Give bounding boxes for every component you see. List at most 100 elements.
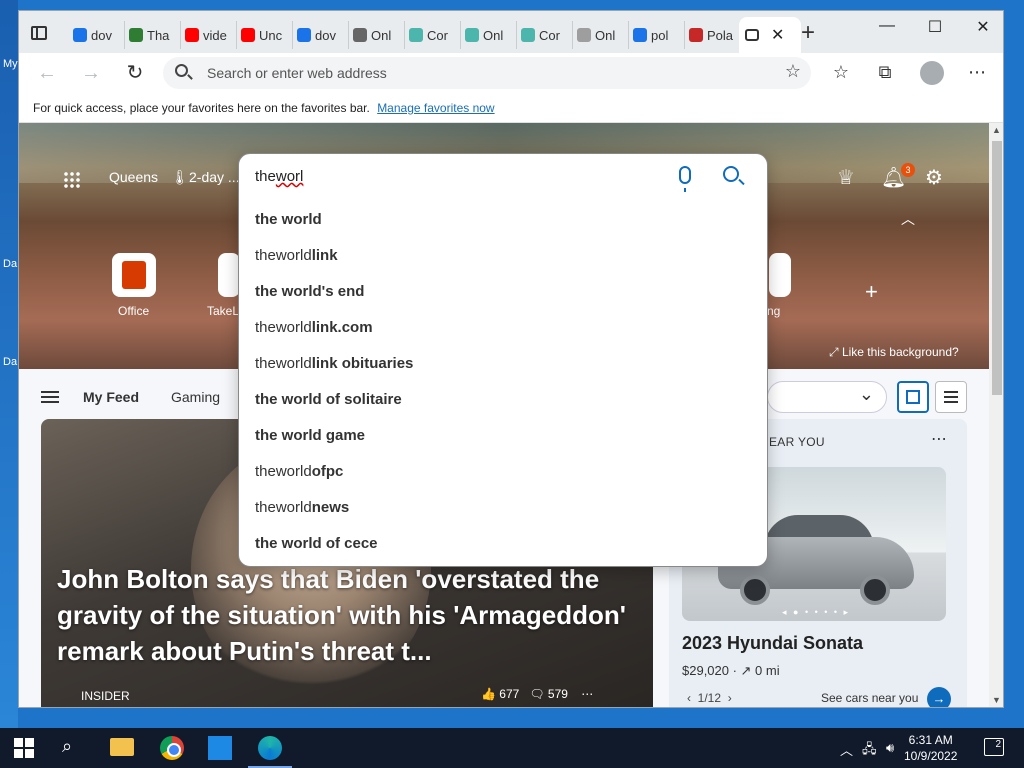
browser-tab[interactable]: Pola <box>683 21 741 49</box>
page-scrollbar[interactable]: ▲ ▼ <box>989 123 1003 707</box>
search-suggestion[interactable]: the world's end <box>239 274 767 310</box>
more-icon[interactable]: ⋯ <box>931 429 947 449</box>
desktop-icon-label: Da <box>3 356 18 368</box>
search-input[interactable]: theworl <box>255 168 303 185</box>
favorites-bar-text: For quick access, place your favorites h… <box>33 101 370 115</box>
browser-tab[interactable]: Onl <box>459 21 517 49</box>
search-suggestion[interactable]: theworldlink <box>239 238 767 274</box>
like-background-text: Like this background? <box>841 345 959 359</box>
add-favorite-icon[interactable]: ☆ <box>785 61 801 82</box>
search-suggestion[interactable]: theworldlink.com <box>239 310 767 346</box>
address-bar[interactable]: Search or enter web address ☆ <box>163 57 811 89</box>
file-explorer-icon[interactable] <box>110 738 134 756</box>
browser-tab[interactable]: Cor <box>515 21 573 49</box>
refresh-button[interactable]: ↻ <box>121 61 149 85</box>
search-icon[interactable] <box>723 166 739 182</box>
chevron-up-icon[interactable]: ︿ <box>840 740 853 759</box>
card-pager[interactable]: ‹ 1/12 › <box>687 691 732 705</box>
scroll-up-icon[interactable]: ▲ <box>992 125 1001 135</box>
profile-avatar[interactable] <box>920 61 944 85</box>
browser-tab[interactable]: vide <box>179 21 237 49</box>
snipping-tool-icon[interactable] <box>208 736 232 760</box>
search-suggestion[interactable]: the world of cece <box>239 526 767 562</box>
location-label[interactable]: Queens <box>109 169 158 185</box>
search-icon <box>175 64 188 77</box>
search-suggestion[interactable]: the world game <box>239 418 767 454</box>
volume-icon[interactable]: 🔊︎ <box>886 740 894 756</box>
tab-active-new-tab[interactable]: ✕ <box>739 17 801 53</box>
reaction-icon[interactable]: 👍 <box>481 687 496 701</box>
new-tab-button[interactable]: + <box>801 21 815 45</box>
desktop-icon-label: My <box>3 58 18 70</box>
scrollbar-thumb[interactable] <box>992 141 1002 395</box>
browser-tab[interactable]: Cor <box>403 21 461 49</box>
quick-link-office[interactable] <box>112 253 156 297</box>
suggestion-completion: the world <box>255 211 322 228</box>
system-clock[interactable]: 6:31 AM 10/9/2022 <box>904 732 957 764</box>
minimize-button[interactable]: — <box>865 17 909 35</box>
close-tab-icon[interactable]: ✕ <box>771 25 784 45</box>
tab-actions-icon[interactable] <box>31 26 47 40</box>
browser-tab[interactable]: dov <box>67 21 125 49</box>
add-quick-link-icon[interactable]: + <box>865 279 878 305</box>
car-wheel <box>740 575 770 605</box>
manage-favorites-link[interactable]: Manage favorites now <box>377 101 494 115</box>
rewards-icon[interactable]: ♕ <box>837 165 855 190</box>
search-suggestion[interactable]: theworldlink obituaries <box>239 346 767 382</box>
quick-link-tile[interactable] <box>769 253 791 297</box>
search-icon[interactable]: ⌕ <box>62 736 90 764</box>
tab-my-feed[interactable]: My Feed <box>83 389 139 405</box>
news-stats: 👍 677 🗨 579 ⋯ <box>481 687 593 701</box>
browser-tab[interactable]: Onl <box>571 21 629 49</box>
favorites-bar: For quick access, place your favorites h… <box>19 93 1003 123</box>
see-cars-link[interactable]: See cars near you <box>821 691 918 705</box>
tab-label: Tha <box>147 27 170 43</box>
tab-gaming[interactable]: Gaming <box>171 389 220 405</box>
like-background-link[interactable]: ⤢ Like this background? <box>829 345 959 360</box>
news-headline[interactable]: John Bolton says that Biden 'overstated … <box>57 561 647 669</box>
more-icon[interactable]: ⋯ <box>581 687 593 701</box>
arrow-right-icon[interactable]: → <box>927 687 951 707</box>
grid-icon <box>906 390 920 404</box>
favorites-icon[interactable]: ☆ <box>829 62 853 83</box>
windows-start-icon[interactable] <box>14 738 34 758</box>
search-suggestion[interactable]: theworldofpc <box>239 454 767 490</box>
feed-dropdown[interactable] <box>767 381 887 413</box>
collections-icon[interactable]: ⧉ <box>873 62 897 83</box>
search-suggestion[interactable]: theworldnews <box>239 490 767 526</box>
search-suggestion[interactable]: the world <box>239 202 767 238</box>
scroll-down-icon[interactable]: ▼ <box>992 695 1001 705</box>
more-options-icon[interactable]: ⋯ <box>965 62 989 83</box>
gear-icon[interactable]: ⚙ <box>925 165 943 190</box>
comment-icon[interactable]: 🗨 <box>529 687 544 701</box>
new-tab-page-icon <box>745 29 759 41</box>
chevron-up-icon[interactable]: ︿ <box>901 209 915 229</box>
notification-center-icon[interactable]: 2 <box>984 738 1004 756</box>
close-window-button[interactable]: ✕ <box>961 17 1003 37</box>
browser-tab[interactable]: pol <box>627 21 685 49</box>
browser-tab[interactable]: Tha <box>123 21 181 49</box>
forward-button[interactable]: → <box>77 61 105 85</box>
carousel-dots[interactable]: ◂ ● • • • • ▸ <box>782 607 850 618</box>
chrome-icon[interactable] <box>160 736 184 760</box>
edge-icon[interactable] <box>258 736 282 760</box>
suggestion-completion: news <box>311 499 350 516</box>
maximize-button[interactable]: ☐ <box>913 17 957 37</box>
back-button[interactable]: ← <box>33 61 61 85</box>
quick-link-takelessons[interactable] <box>218 253 240 297</box>
menu-icon[interactable] <box>41 391 59 393</box>
weather-label[interactable]: 2-day ... <box>189 169 240 185</box>
list-view-button[interactable] <box>935 381 967 413</box>
search-suggestion[interactable]: the world of solitaire <box>239 382 767 418</box>
car-title[interactable]: 2023 Hyundai Sonata <box>682 633 863 654</box>
browser-tab[interactable]: Onl <box>347 21 405 49</box>
network-icon[interactable]: 🖧 <box>862 740 877 762</box>
browser-tab[interactable]: dov <box>291 21 349 49</box>
microphone-icon[interactable] <box>679 166 691 192</box>
game-icon <box>689 28 703 42</box>
thermometer-icon: 🌡 <box>171 169 189 185</box>
apps-launcher-icon[interactable] <box>63 171 81 189</box>
grid-view-button[interactable] <box>897 381 929 413</box>
tab-label: pol <box>651 27 669 43</box>
browser-tab[interactable]: Unc <box>235 21 293 49</box>
